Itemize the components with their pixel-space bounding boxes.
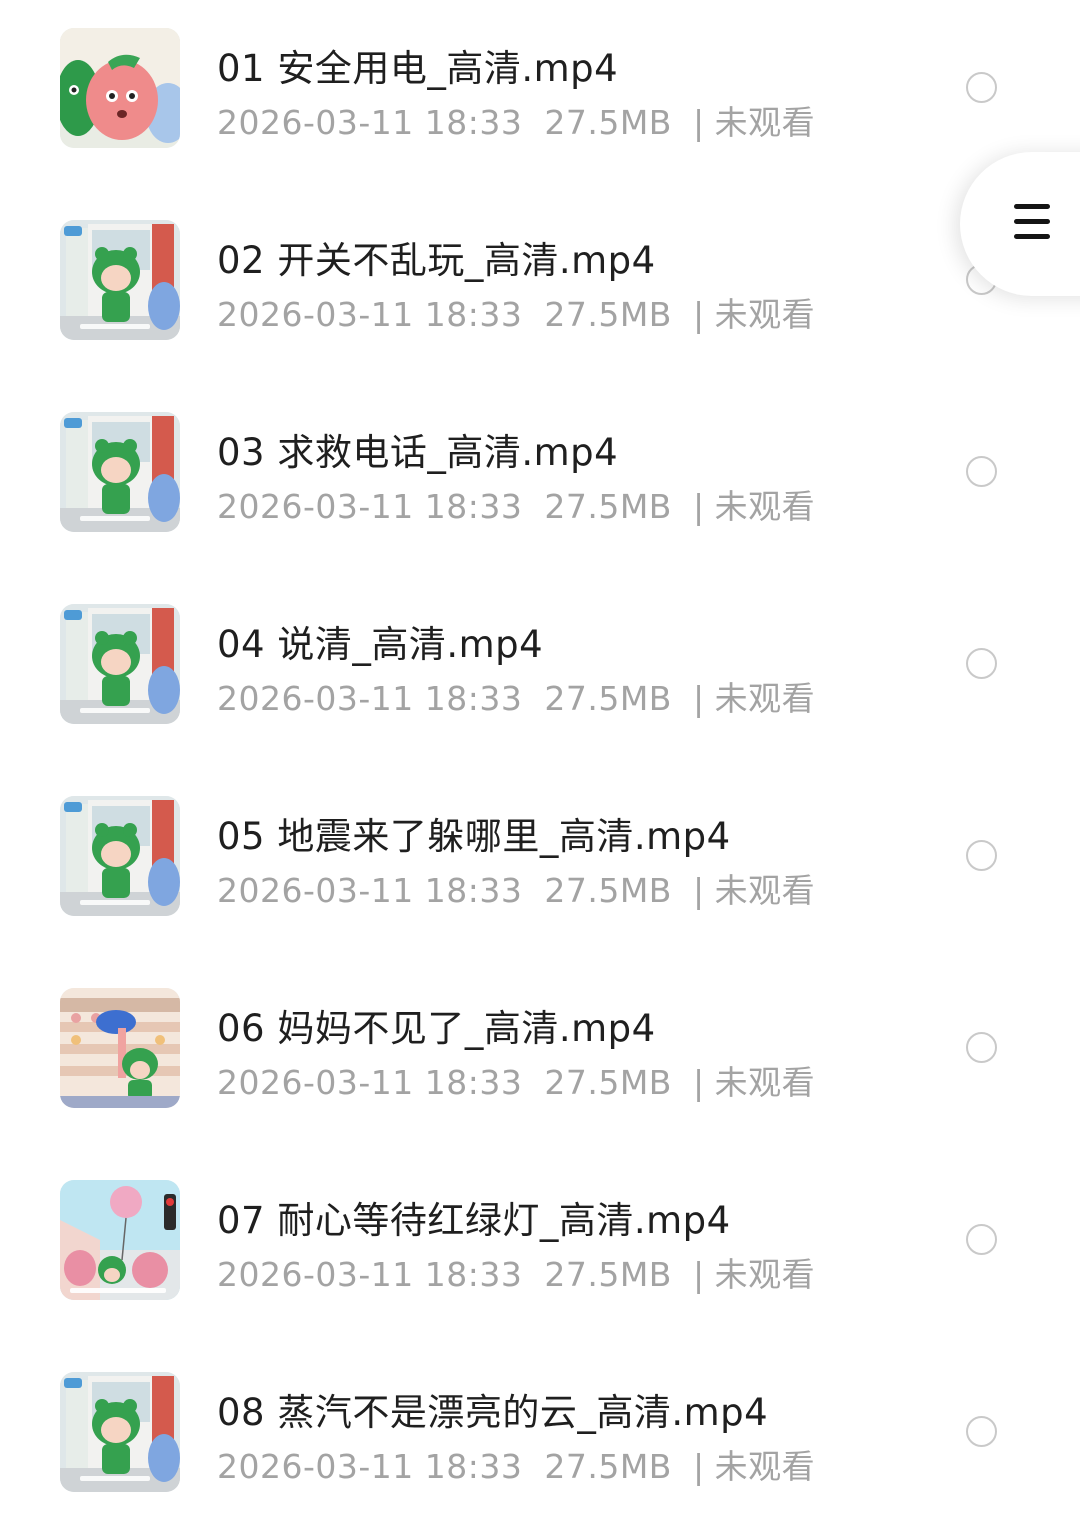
select-radio-button[interactable] [966, 1416, 997, 1447]
file-title: 06 妈妈不见了_高清.mp4 [217, 1007, 656, 1050]
file-meta: 2026-03-11 18:33 27.5MB | 未观看 [217, 480, 815, 528]
select-radio-button[interactable] [966, 1032, 997, 1063]
video-thumbnail[interactable] [60, 988, 180, 1108]
meta-separator: | [692, 487, 705, 526]
file-date: 2026-03-11 18:33 [217, 1255, 523, 1294]
file-meta: 2026-03-11 18:33 27.5MB | 未观看 [217, 864, 815, 912]
file-size: 27.5MB [544, 295, 672, 334]
file-meta: 2026-03-11 18:33 27.5MB | 未观看 [217, 1056, 815, 1104]
watch-status: 未观看 [714, 679, 816, 718]
file-size: 27.5MB [544, 103, 672, 142]
meta-separator: | [692, 103, 705, 142]
file-date: 2026-03-11 18:33 [217, 103, 523, 142]
file-title: 07 耐心等待红绿灯_高清.mp4 [217, 1199, 731, 1242]
file-date: 2026-03-11 18:33 [217, 1447, 523, 1486]
file-row[interactable]: 04 说清_高清.mp4 2026-03-11 18:33 27.5MB | 未观… [0, 576, 1080, 768]
watch-status: 未观看 [714, 1063, 816, 1102]
meta-separator: | [692, 1447, 705, 1486]
file-row[interactable]: 01 安全用电_高清.mp4 2026-03-11 18:33 27.5MB |… [0, 0, 1080, 192]
file-row[interactable]: 05 地震来了躲哪里_高清.mp4 2026-03-11 18:33 27.5M… [0, 768, 1080, 960]
file-title: 03 求救电话_高清.mp4 [217, 431, 619, 474]
select-radio-button[interactable] [966, 648, 997, 679]
watch-status: 未观看 [714, 103, 816, 142]
watch-status: 未观看 [714, 295, 816, 334]
file-row[interactable]: 08 蒸汽不是漂亮的云_高清.mp4 2026-03-11 18:33 27.5… [0, 1344, 1080, 1536]
select-radio-button[interactable] [966, 840, 997, 871]
file-title: 08 蒸汽不是漂亮的云_高清.mp4 [217, 1391, 769, 1434]
file-title: 05 地震来了躲哪里_高清.mp4 [217, 815, 731, 858]
select-radio-button[interactable] [966, 456, 997, 487]
file-size: 27.5MB [544, 679, 672, 718]
video-thumbnail[interactable] [60, 604, 180, 724]
file-date: 2026-03-11 18:33 [217, 487, 523, 526]
select-radio-button[interactable] [966, 1224, 997, 1255]
file-date: 2026-03-11 18:33 [217, 871, 523, 910]
file-date: 2026-03-11 18:33 [217, 679, 523, 718]
file-meta: 2026-03-11 18:33 27.5MB | 未观看 [217, 1248, 815, 1296]
watch-status: 未观看 [714, 1447, 816, 1486]
file-size: 27.5MB [544, 1447, 672, 1486]
menu-icon [1014, 204, 1052, 242]
meta-separator: | [692, 871, 705, 910]
file-size: 27.5MB [544, 871, 672, 910]
file-title: 01 安全用电_高清.mp4 [217, 47, 619, 90]
file-date: 2026-03-11 18:33 [217, 1063, 523, 1102]
video-thumbnail[interactable] [60, 796, 180, 916]
file-meta: 2026-03-11 18:33 27.5MB | 未观看 [217, 672, 815, 720]
file-row[interactable]: 03 求救电话_高清.mp4 2026-03-11 18:33 27.5MB |… [0, 384, 1080, 576]
file-size: 27.5MB [544, 1063, 672, 1102]
file-row[interactable]: 06 妈妈不见了_高清.mp4 2026-03-11 18:33 27.5MB … [0, 960, 1080, 1152]
video-thumbnail[interactable] [60, 412, 180, 532]
video-thumbnail[interactable] [60, 220, 180, 340]
watch-status: 未观看 [714, 871, 816, 910]
meta-separator: | [692, 1255, 705, 1294]
watch-status: 未观看 [714, 487, 816, 526]
file-row[interactable]: 02 开关不乱玩_高清.mp4 2026-03-11 18:33 27.5MB … [0, 192, 1080, 384]
file-meta: 2026-03-11 18:33 27.5MB | 未观看 [217, 96, 815, 144]
meta-separator: | [692, 295, 705, 334]
select-radio-button[interactable] [966, 72, 997, 103]
file-meta: 2026-03-11 18:33 27.5MB | 未观看 [217, 1440, 815, 1488]
file-meta: 2026-03-11 18:33 27.5MB | 未观看 [217, 288, 815, 336]
video-thumbnail[interactable] [60, 1372, 180, 1492]
watch-status: 未观看 [714, 1255, 816, 1294]
video-thumbnail[interactable] [60, 1180, 180, 1300]
file-size: 27.5MB [544, 1255, 672, 1294]
meta-separator: | [692, 679, 705, 718]
file-title: 04 说清_高清.mp4 [217, 623, 544, 666]
file-size: 27.5MB [544, 487, 672, 526]
file-date: 2026-03-11 18:33 [217, 295, 523, 334]
file-row[interactable]: 07 耐心等待红绿灯_高清.mp4 2026-03-11 18:33 27.5M… [0, 1152, 1080, 1344]
meta-separator: | [692, 1063, 705, 1102]
video-thumbnail[interactable] [60, 28, 180, 148]
file-title: 02 开关不乱玩_高清.mp4 [217, 239, 656, 282]
